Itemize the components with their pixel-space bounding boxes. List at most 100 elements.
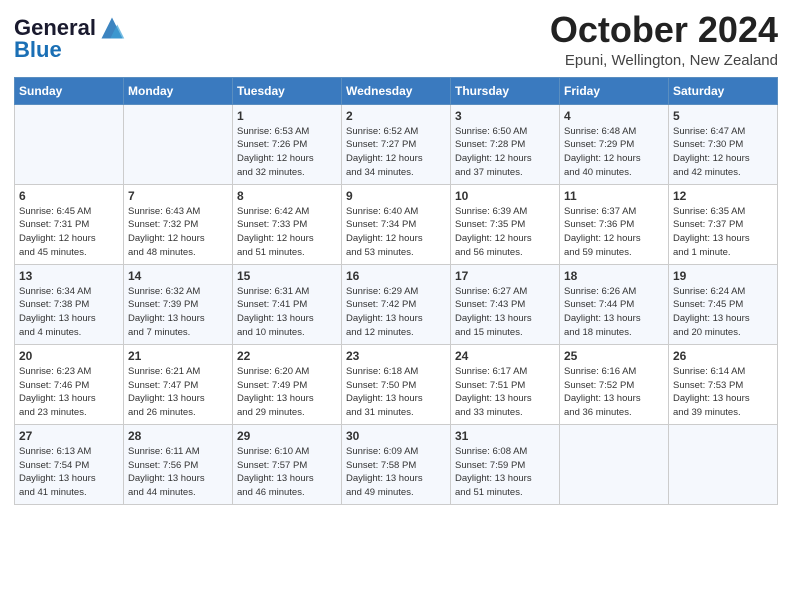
- weekday-header: Wednesday: [342, 77, 451, 104]
- calendar-week-row: 27Sunrise: 6:13 AM Sunset: 7:54 PM Dayli…: [15, 424, 778, 504]
- calendar-cell: 11 Sunrise: 6:37 AM Sunset: 7:36 PM Dayli…: [560, 184, 669, 264]
- logo-icon: [98, 14, 126, 42]
- day-info: Sunrise: 6:40 AM Sunset: 7:34 PM Dayligh…: [346, 205, 446, 260]
- day-info: Sunrise: 6:43 AM Sunset: 7:32 PM Dayligh…: [128, 205, 228, 260]
- calendar-cell: 16 Sunrise: 6:29 AM Sunset: 7:42 PM Dayli…: [342, 264, 451, 344]
- day-info: Sunrise: 6:20 AM Sunset: 7:49 PM Dayligh…: [237, 365, 337, 420]
- calendar-cell: 17Sunrise: 6:27 AM Sunset: 7:43 PM Dayli…: [451, 264, 560, 344]
- calendar-cell: 15Sunrise: 6:31 AM Sunset: 7:41 PM Dayli…: [233, 264, 342, 344]
- calendar-cell: 10 Sunrise: 6:39 AM Sunset: 7:35 PM Dayli…: [451, 184, 560, 264]
- day-info: Sunrise: 6:50 AM Sunset: 7:28 PM Dayligh…: [455, 125, 555, 180]
- day-number: 20: [19, 349, 119, 363]
- location-subtitle: Epuni, Wellington, New Zealand: [550, 52, 778, 69]
- calendar-cell: 26Sunrise: 6:14 AM Sunset: 7:53 PM Dayli…: [669, 344, 778, 424]
- day-number: 29: [237, 429, 337, 443]
- weekday-header: Sunday: [15, 77, 124, 104]
- day-info: Sunrise: 6:24 AM Sunset: 7:45 PM Dayligh…: [673, 285, 773, 340]
- calendar-week-row: 13 Sunrise: 6:34 AM Sunset: 7:38 PM Dayli…: [15, 264, 778, 344]
- day-info: Sunrise: 6:21 AM Sunset: 7:47 PM Dayligh…: [128, 365, 228, 420]
- calendar-cell: 19 Sunrise: 6:24 AM Sunset: 7:45 PM Dayli…: [669, 264, 778, 344]
- header-row: SundayMondayTuesdayWednesdayThursdayFrid…: [15, 77, 778, 104]
- day-number: 14: [128, 269, 228, 283]
- day-info: Sunrise: 6:16 AM Sunset: 7:52 PM Dayligh…: [564, 365, 664, 420]
- calendar-cell: 22 Sunrise: 6:20 AM Sunset: 7:49 PM Dayli…: [233, 344, 342, 424]
- day-info: Sunrise: 6:35 AM Sunset: 7:37 PM Dayligh…: [673, 205, 773, 260]
- day-info: Sunrise: 6:09 AM Sunset: 7:58 PM Dayligh…: [346, 445, 446, 500]
- title-block: October 2024 Epuni, Wellington, New Zeal…: [550, 10, 778, 69]
- day-info: Sunrise: 6:39 AM Sunset: 7:35 PM Dayligh…: [455, 205, 555, 260]
- month-title: October 2024: [550, 10, 778, 50]
- day-number: 1: [237, 109, 337, 123]
- weekday-header: Saturday: [669, 77, 778, 104]
- day-number: 10: [455, 189, 555, 203]
- logo: General Blue: [14, 14, 126, 62]
- day-number: 19: [673, 269, 773, 283]
- day-number: 22: [237, 349, 337, 363]
- day-info: Sunrise: 6:17 AM Sunset: 7:51 PM Dayligh…: [455, 365, 555, 420]
- day-info: Sunrise: 6:29 AM Sunset: 7:42 PM Dayligh…: [346, 285, 446, 340]
- page-container: General Blue October 2024 Epuni, Welling…: [0, 0, 792, 519]
- calendar-cell: 14 Sunrise: 6:32 AM Sunset: 7:39 PM Dayli…: [124, 264, 233, 344]
- day-number: 9: [346, 189, 446, 203]
- calendar-cell: 27Sunrise: 6:13 AM Sunset: 7:54 PM Dayli…: [15, 424, 124, 504]
- calendar-week-row: 1 Sunrise: 6:53 AM Sunset: 7:26 PM Daylig…: [15, 104, 778, 184]
- calendar-cell: 24Sunrise: 6:17 AM Sunset: 7:51 PM Dayli…: [451, 344, 560, 424]
- calendar-cell: 8Sunrise: 6:42 AM Sunset: 7:33 PM Daylig…: [233, 184, 342, 264]
- calendar-cell: [669, 424, 778, 504]
- day-info: Sunrise: 6:32 AM Sunset: 7:39 PM Dayligh…: [128, 285, 228, 340]
- day-number: 7: [128, 189, 228, 203]
- calendar-cell: 7 Sunrise: 6:43 AM Sunset: 7:32 PM Daylig…: [124, 184, 233, 264]
- day-number: 18: [564, 269, 664, 283]
- header: General Blue October 2024 Epuni, Welling…: [14, 10, 778, 69]
- day-number: 6: [19, 189, 119, 203]
- calendar-week-row: 20Sunrise: 6:23 AM Sunset: 7:46 PM Dayli…: [15, 344, 778, 424]
- calendar-cell: 6 Sunrise: 6:45 AM Sunset: 7:31 PM Daylig…: [15, 184, 124, 264]
- day-number: 23: [346, 349, 446, 363]
- calendar-cell: 9 Sunrise: 6:40 AM Sunset: 7:34 PM Daylig…: [342, 184, 451, 264]
- day-info: Sunrise: 6:26 AM Sunset: 7:44 PM Dayligh…: [564, 285, 664, 340]
- calendar-cell: 4 Sunrise: 6:48 AM Sunset: 7:29 PM Daylig…: [560, 104, 669, 184]
- calendar-cell: 23 Sunrise: 6:18 AM Sunset: 7:50 PM Dayli…: [342, 344, 451, 424]
- day-number: 17: [455, 269, 555, 283]
- day-number: 13: [19, 269, 119, 283]
- calendar-cell: 2Sunrise: 6:52 AM Sunset: 7:27 PM Daylig…: [342, 104, 451, 184]
- calendar-cell: 30 Sunrise: 6:09 AM Sunset: 7:58 PM Dayli…: [342, 424, 451, 504]
- day-number: 25: [564, 349, 664, 363]
- day-number: 31: [455, 429, 555, 443]
- day-info: Sunrise: 6:10 AM Sunset: 7:57 PM Dayligh…: [237, 445, 337, 500]
- day-number: 16: [346, 269, 446, 283]
- day-info: Sunrise: 6:37 AM Sunset: 7:36 PM Dayligh…: [564, 205, 664, 260]
- day-number: 2: [346, 109, 446, 123]
- calendar-cell: 1 Sunrise: 6:53 AM Sunset: 7:26 PM Daylig…: [233, 104, 342, 184]
- weekday-header: Friday: [560, 77, 669, 104]
- day-number: 3: [455, 109, 555, 123]
- calendar-cell: 3 Sunrise: 6:50 AM Sunset: 7:28 PM Daylig…: [451, 104, 560, 184]
- calendar-cell: 21Sunrise: 6:21 AM Sunset: 7:47 PM Dayli…: [124, 344, 233, 424]
- day-info: Sunrise: 6:14 AM Sunset: 7:53 PM Dayligh…: [673, 365, 773, 420]
- day-info: Sunrise: 6:34 AM Sunset: 7:38 PM Dayligh…: [19, 285, 119, 340]
- day-number: 8: [237, 189, 337, 203]
- calendar-cell: 31 Sunrise: 6:08 AM Sunset: 7:59 PM Dayli…: [451, 424, 560, 504]
- calendar-cell: [560, 424, 669, 504]
- day-number: 12: [673, 189, 773, 203]
- day-info: Sunrise: 6:45 AM Sunset: 7:31 PM Dayligh…: [19, 205, 119, 260]
- day-info: Sunrise: 6:47 AM Sunset: 7:30 PM Dayligh…: [673, 125, 773, 180]
- day-info: Sunrise: 6:13 AM Sunset: 7:54 PM Dayligh…: [19, 445, 119, 500]
- calendar-cell: 28 Sunrise: 6:11 AM Sunset: 7:56 PM Dayli…: [124, 424, 233, 504]
- day-number: 4: [564, 109, 664, 123]
- day-number: 28: [128, 429, 228, 443]
- day-info: Sunrise: 6:18 AM Sunset: 7:50 PM Dayligh…: [346, 365, 446, 420]
- calendar-cell: 25 Sunrise: 6:16 AM Sunset: 7:52 PM Dayli…: [560, 344, 669, 424]
- calendar-cell: [124, 104, 233, 184]
- weekday-header: Tuesday: [233, 77, 342, 104]
- day-info: Sunrise: 6:48 AM Sunset: 7:29 PM Dayligh…: [564, 125, 664, 180]
- calendar-cell: 12 Sunrise: 6:35 AM Sunset: 7:37 PM Dayli…: [669, 184, 778, 264]
- day-info: Sunrise: 6:08 AM Sunset: 7:59 PM Dayligh…: [455, 445, 555, 500]
- day-info: Sunrise: 6:53 AM Sunset: 7:26 PM Dayligh…: [237, 125, 337, 180]
- day-number: 11: [564, 189, 664, 203]
- day-number: 30: [346, 429, 446, 443]
- weekday-header: Monday: [124, 77, 233, 104]
- calendar-cell: 5Sunrise: 6:47 AM Sunset: 7:30 PM Daylig…: [669, 104, 778, 184]
- day-info: Sunrise: 6:11 AM Sunset: 7:56 PM Dayligh…: [128, 445, 228, 500]
- calendar-cell: 29 Sunrise: 6:10 AM Sunset: 7:57 PM Dayli…: [233, 424, 342, 504]
